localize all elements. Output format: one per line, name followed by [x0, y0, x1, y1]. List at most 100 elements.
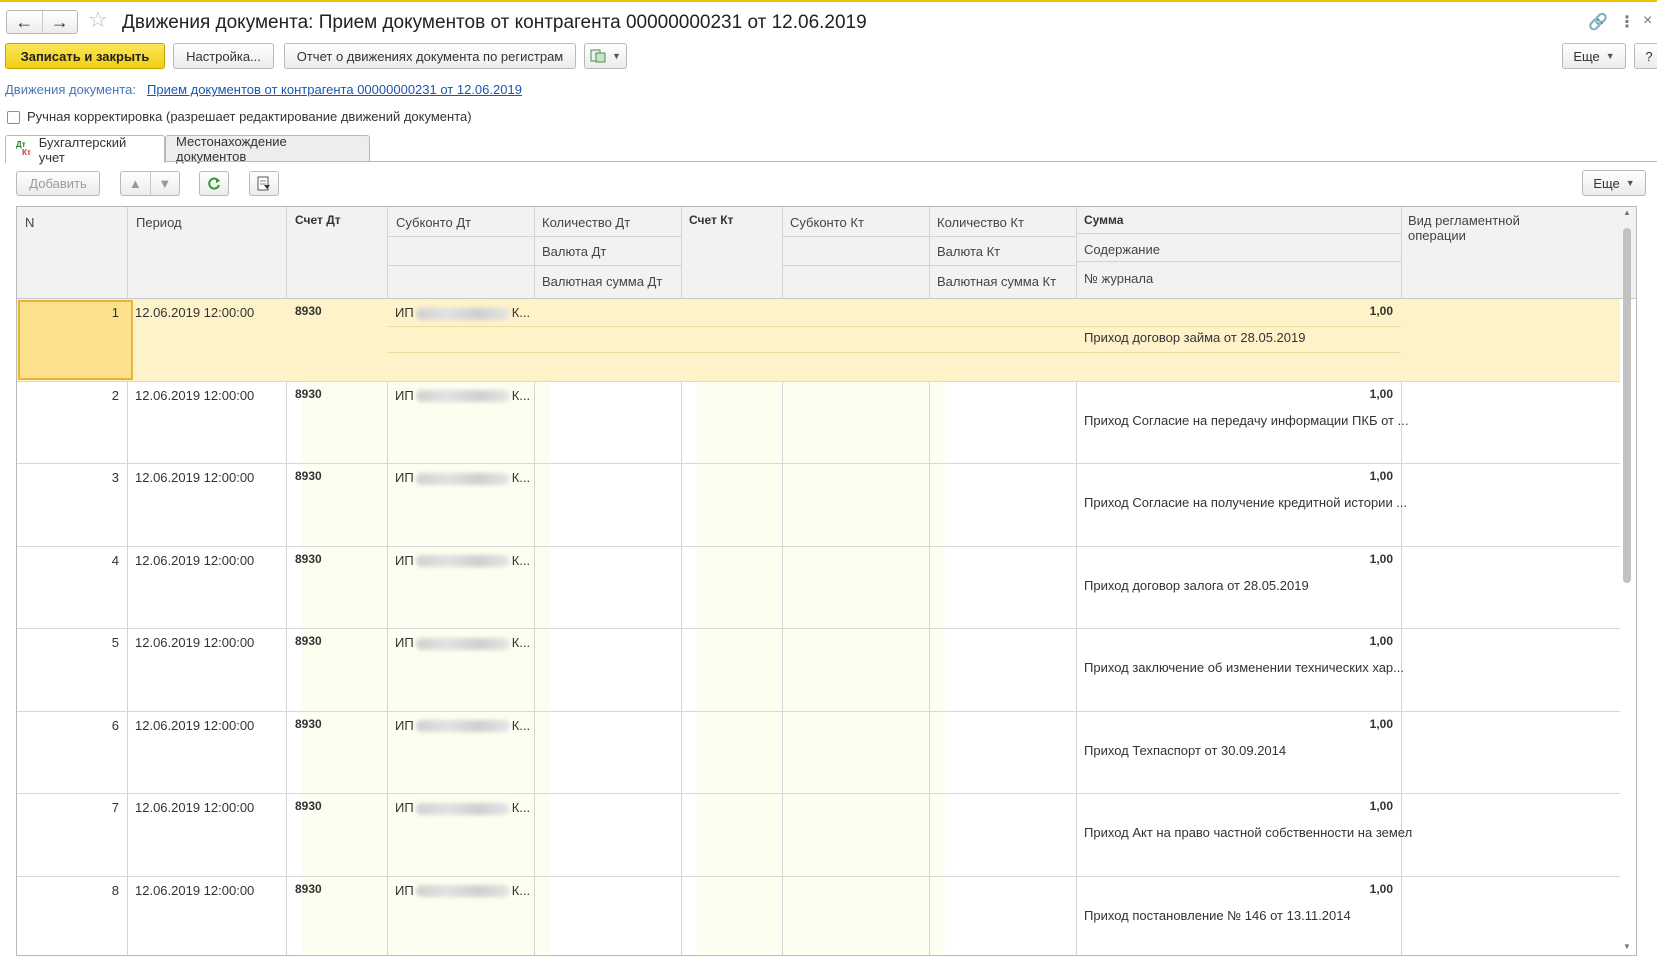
row-content[interactable]: Приход Согласие на передачу информации П…: [1084, 413, 1408, 428]
vertical-scrollbar[interactable]: ▲ ▼: [1620, 206, 1634, 956]
col-n[interactable]: N: [25, 215, 34, 230]
row-account-dt[interactable]: 8930: [295, 717, 322, 731]
close-icon[interactable]: ×: [1643, 12, 1652, 30]
col-subconto-kt[interactable]: Субконто Кт: [790, 215, 864, 230]
help-button[interactable]: ?: [1634, 43, 1657, 69]
settings-button[interactable]: Настройка...: [173, 43, 274, 69]
col-op-type[interactable]: Вид регламентной операции: [1408, 213, 1548, 243]
refresh-button[interactable]: [199, 171, 229, 196]
row-subconto-dt[interactable]: ИП К...: [395, 718, 530, 733]
export-dropdown-button[interactable]: ▼: [584, 43, 627, 69]
row-account-dt[interactable]: 8930: [295, 387, 322, 401]
col-cur-sum-dt[interactable]: Валютная сумма Дт: [542, 274, 662, 289]
row-sum[interactable]: 1,00: [1077, 304, 1393, 318]
table-row[interactable]: 8 12.06.2019 12:00:00 8930 ИП К... 1,00 Приход…: [17, 877, 1620, 956]
manual-correction-label[interactable]: Ручная корректировка (разрешает редактир…: [27, 109, 472, 124]
row-account-dt[interactable]: 8930: [295, 469, 322, 483]
col-qty-kt[interactable]: Количество Кт: [937, 215, 1024, 230]
scroll-up-icon[interactable]: ▲: [1623, 208, 1631, 217]
col-period[interactable]: Период: [136, 215, 182, 230]
row-account-dt[interactable]: 8930: [295, 304, 322, 318]
col-currency-dt[interactable]: Валюта Дт: [542, 244, 606, 259]
manual-correction-checkbox[interactable]: [7, 111, 20, 124]
col-content[interactable]: Содержание: [1084, 242, 1160, 257]
table-row[interactable]: 7 12.06.2019 12:00:00 8930 ИП К... 1,00 Приход…: [17, 794, 1620, 877]
row-period[interactable]: 12.06.2019 12:00:00: [135, 800, 254, 815]
row-sum[interactable]: 1,00: [1077, 717, 1393, 731]
row-content[interactable]: Приход Согласие на получение кредитной и…: [1084, 495, 1407, 510]
table-row[interactable]: 6 12.06.2019 12:00:00 8930 ИП К... 1,00 Приход…: [17, 712, 1620, 794]
row-content[interactable]: Приход договор займа от 28.05.2019: [1084, 330, 1305, 345]
favorite-star-icon[interactable]: ☆: [88, 9, 108, 31]
row-content[interactable]: Приход заключение об изменении техническ…: [1084, 660, 1404, 675]
table-row[interactable]: 1 12.06.2019 12:00:00 8930 ИП К... 1,00 Приход…: [17, 299, 1620, 382]
row-period[interactable]: 12.06.2019 12:00:00: [135, 635, 254, 650]
col-account-kt[interactable]: Счет Кт: [689, 213, 733, 227]
row-content[interactable]: Приход договор залога от 28.05.2019: [1084, 578, 1309, 593]
row-number[interactable]: 3: [17, 470, 119, 485]
forward-arrow-icon[interactable]: →: [41, 11, 78, 33]
movements-table[interactable]: N Период Счет Дт Субконто Дт Количество …: [16, 206, 1637, 956]
col-sum[interactable]: Сумма: [1084, 213, 1123, 227]
row-sum[interactable]: 1,00: [1077, 882, 1393, 896]
row-account-dt[interactable]: 8930: [295, 552, 322, 566]
move-down-icon[interactable]: ▼: [149, 172, 180, 195]
row-sum[interactable]: 1,00: [1077, 634, 1393, 648]
row-period[interactable]: 12.06.2019 12:00:00: [135, 553, 254, 568]
row-subconto-dt[interactable]: ИП К...: [395, 305, 530, 320]
scroll-down-icon[interactable]: ▼: [1623, 942, 1631, 951]
row-number[interactable]: 7: [17, 800, 119, 815]
row-subconto-dt[interactable]: ИП К...: [395, 883, 530, 898]
row-period[interactable]: 12.06.2019 12:00:00: [135, 388, 254, 403]
row-subconto-dt[interactable]: ИП К...: [395, 470, 530, 485]
row-content[interactable]: Приход Техпаспорт от 30.09.2014: [1084, 743, 1286, 758]
tab-document-location[interactable]: Местонахождение документов: [165, 134, 370, 164]
row-number[interactable]: 8: [17, 883, 119, 898]
row-sum[interactable]: 1,00: [1077, 387, 1393, 401]
table-more-button[interactable]: Еще ▼: [1582, 170, 1646, 196]
row-sum[interactable]: 1,00: [1077, 469, 1393, 483]
table-row[interactable]: 5 12.06.2019 12:00:00 8930 ИП К... 1,00 Приход…: [17, 629, 1620, 712]
row-subconto-dt[interactable]: ИП К...: [395, 553, 530, 568]
row-period[interactable]: 12.06.2019 12:00:00: [135, 718, 254, 733]
row-number[interactable]: 5: [17, 635, 119, 650]
row-period[interactable]: 12.06.2019 12:00:00: [135, 883, 254, 898]
table-row[interactable]: 4 12.06.2019 12:00:00 8930 ИП К... 1,00 Приход…: [17, 547, 1620, 629]
row-content[interactable]: Приход Акт на право частной собственност…: [1084, 825, 1412, 840]
row-account-dt[interactable]: 8930: [295, 799, 322, 813]
row-number[interactable]: 1: [17, 305, 119, 320]
col-cur-sum-kt[interactable]: Валютная сумма Кт: [937, 274, 1056, 289]
back-arrow-icon[interactable]: ←: [7, 11, 42, 33]
document-link[interactable]: Прием документов от контрагента 00000000…: [147, 82, 522, 97]
scrollbar-thumb[interactable]: [1623, 228, 1631, 583]
row-account-dt[interactable]: 8930: [295, 634, 322, 648]
row-subconto-dt[interactable]: ИП К...: [395, 388, 530, 403]
row-account-dt[interactable]: 8930: [295, 882, 322, 896]
move-up-icon[interactable]: ▲: [121, 172, 150, 195]
table-row[interactable]: 2 12.06.2019 12:00:00 8930 ИП К... 1,00 Приход…: [17, 382, 1620, 464]
col-qty-dt[interactable]: Количество Дт: [542, 215, 630, 230]
link-icon[interactable]: 🔗: [1588, 12, 1608, 32]
col-currency-kt[interactable]: Валюта Кт: [937, 244, 1000, 259]
row-number[interactable]: 6: [17, 718, 119, 733]
select-columns-button[interactable]: [249, 171, 279, 196]
row-subconto-dt[interactable]: ИП К...: [395, 800, 530, 815]
menu-dots-icon[interactable]: ⋮: [1619, 12, 1635, 32]
register-movements-report-button[interactable]: Отчет о движениях документа по регистрам: [284, 43, 576, 69]
save-and-close-button[interactable]: Записать и закрыть: [5, 43, 165, 69]
row-subconto-dt[interactable]: ИП К...: [395, 635, 530, 650]
col-subconto-dt[interactable]: Субконто Дт: [396, 215, 471, 230]
row-period[interactable]: 12.06.2019 12:00:00: [135, 305, 254, 320]
row-sum[interactable]: 1,00: [1077, 552, 1393, 566]
col-journal[interactable]: № журнала: [1084, 271, 1153, 286]
row-number[interactable]: 2: [17, 388, 119, 403]
table-row[interactable]: 3 12.06.2019 12:00:00 8930 ИП К... 1,00 Приход…: [17, 464, 1620, 547]
col-account-dt[interactable]: Счет Дт: [295, 213, 341, 227]
more-button[interactable]: Еще ▼: [1562, 43, 1626, 69]
tab-accounting[interactable]: Дт Кт Бухгалтерский учет: [5, 135, 165, 165]
row-number[interactable]: 4: [17, 553, 119, 568]
row-content[interactable]: Приход постановление № 146 от 13.11.2014: [1084, 908, 1351, 923]
add-button[interactable]: Добавить: [16, 171, 100, 196]
row-sum[interactable]: 1,00: [1077, 799, 1393, 813]
row-period[interactable]: 12.06.2019 12:00:00: [135, 470, 254, 485]
